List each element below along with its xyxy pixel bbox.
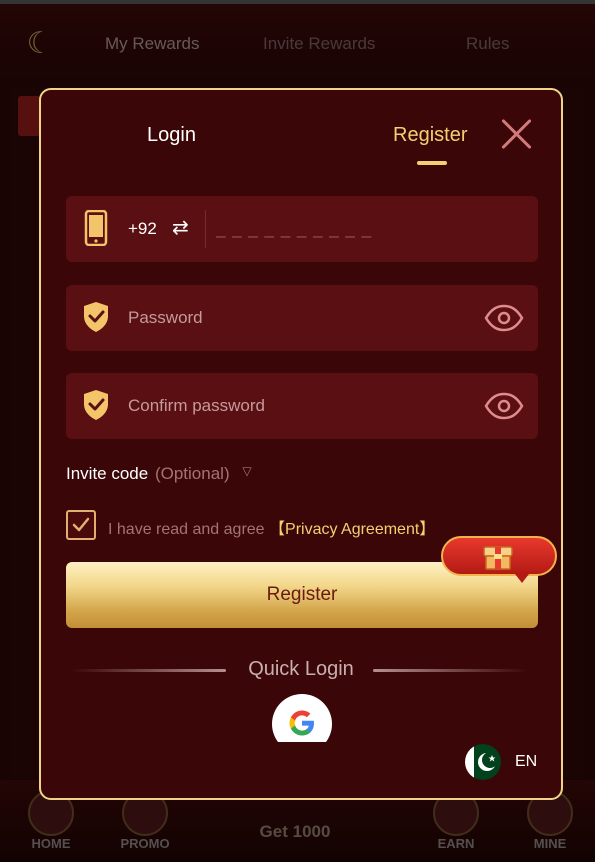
active-tab-indicator xyxy=(417,161,447,165)
phone-field: +92 ⇄ xyxy=(66,196,538,262)
google-clip xyxy=(272,742,332,762)
check-icon xyxy=(72,517,90,532)
password-input[interactable] xyxy=(128,299,468,337)
chevron-down-icon: ▽ xyxy=(242,464,252,478)
phone-icon xyxy=(84,210,108,246)
google-icon xyxy=(289,710,314,736)
agree-checkbox[interactable] xyxy=(66,510,96,540)
close-icon[interactable] xyxy=(499,116,535,152)
invite-code-label: Invite code xyxy=(66,464,149,483)
invite-optional-label: (Optional) xyxy=(154,464,230,483)
tab-login[interactable]: Login xyxy=(147,124,196,147)
shield-icon xyxy=(84,390,108,420)
phone-input[interactable] xyxy=(216,210,516,248)
divider-line-left xyxy=(71,669,226,672)
swap-icon[interactable]: ⇄ xyxy=(172,216,192,240)
gift-badge[interactable] xyxy=(441,536,557,583)
password-field xyxy=(66,285,538,351)
invite-code-toggle[interactable]: Invite code (Optional) ▽ xyxy=(66,464,252,484)
tab-register[interactable]: Register xyxy=(393,124,467,147)
field-divider xyxy=(205,210,206,248)
country-code[interactable]: +92 xyxy=(128,219,157,239)
privacy-agreement-link[interactable]: 【Privacy Agreement】 xyxy=(269,521,435,538)
confirm-password-input[interactable] xyxy=(128,387,468,425)
gift-icon xyxy=(483,546,513,570)
quick-login-label: Quick Login xyxy=(248,658,354,680)
divider-line-right xyxy=(373,669,528,672)
agree-text: I have read and agree 【Privacy Agreement… xyxy=(108,515,488,539)
eye-icon[interactable] xyxy=(484,391,524,421)
confirm-password-field xyxy=(66,373,538,439)
register-modal: Login Register +92 ⇄ _ _ _ _ _ _ _ _ _ _… xyxy=(39,88,563,800)
language-label: EN xyxy=(515,753,538,770)
quick-login-divider: Quick Login xyxy=(71,656,531,686)
agree-label: I have read and agree xyxy=(108,521,265,538)
flag-icon xyxy=(465,744,501,780)
shield-icon xyxy=(84,302,108,332)
eye-icon[interactable] xyxy=(484,303,524,333)
